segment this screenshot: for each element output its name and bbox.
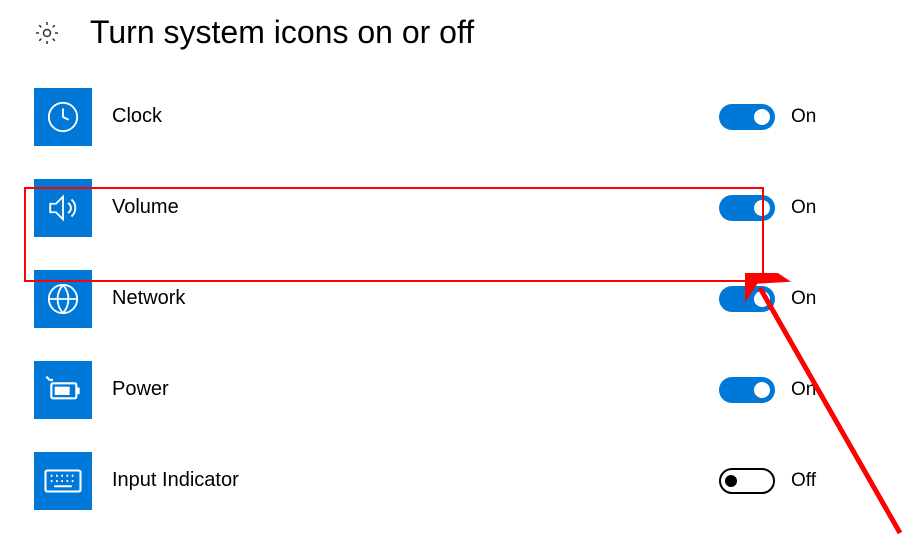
toggle-volume[interactable] bbox=[719, 195, 775, 221]
volume-icon bbox=[34, 179, 92, 237]
toggle-state-label: On bbox=[791, 379, 816, 401]
system-icons-list: Clock On Volume On Network On bbox=[0, 51, 919, 510]
item-label: Power bbox=[112, 378, 719, 401]
page-title: Turn system icons on or off bbox=[90, 14, 474, 51]
keyboard-icon bbox=[34, 452, 92, 510]
toggle-state-label: On bbox=[791, 106, 816, 128]
toggle-clock[interactable] bbox=[719, 104, 775, 130]
clock-icon bbox=[34, 88, 92, 146]
toggle-input-indicator[interactable] bbox=[719, 468, 775, 494]
item-label: Network bbox=[112, 287, 719, 310]
row-network: Network On bbox=[34, 269, 919, 328]
item-label: Volume bbox=[112, 196, 719, 219]
item-label: Input Indicator bbox=[112, 469, 719, 492]
row-volume: Volume On bbox=[34, 178, 919, 237]
row-clock: Clock On bbox=[34, 87, 919, 146]
row-power: Power On bbox=[34, 360, 919, 419]
page-header: Turn system icons on or off bbox=[0, 0, 919, 51]
gear-icon bbox=[34, 20, 60, 46]
toggle-state-label: Off bbox=[791, 470, 816, 492]
power-icon bbox=[34, 361, 92, 419]
item-label: Clock bbox=[112, 105, 719, 128]
row-input-indicator: Input Indicator Off bbox=[34, 451, 919, 510]
toggle-network[interactable] bbox=[719, 286, 775, 312]
network-icon bbox=[34, 270, 92, 328]
toggle-state-label: On bbox=[791, 197, 816, 219]
toggle-power[interactable] bbox=[719, 377, 775, 403]
toggle-state-label: On bbox=[791, 288, 816, 310]
